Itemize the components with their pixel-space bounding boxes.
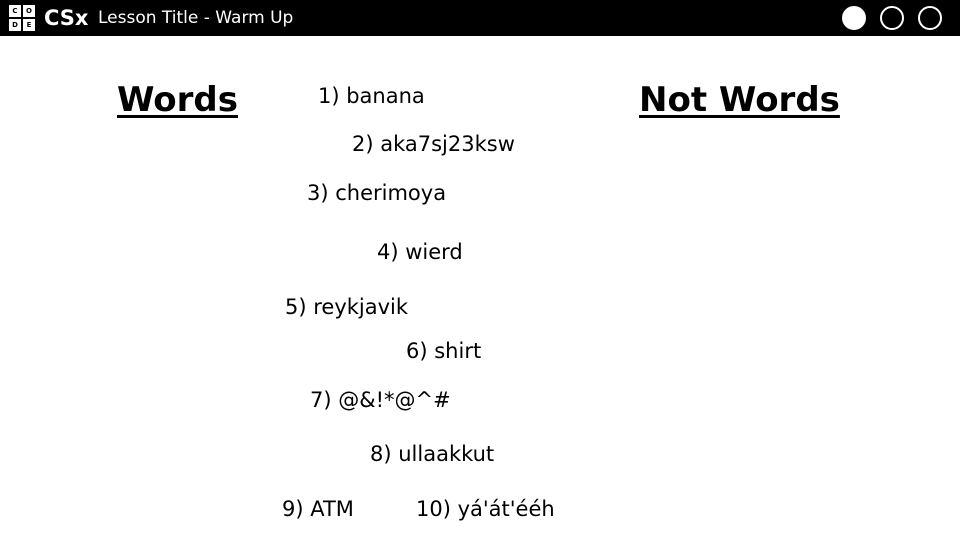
lesson-title: Lesson Title - Warm Up	[98, 8, 294, 28]
word-item-4[interactable]: 4) wierd	[377, 239, 463, 265]
top-bar: C O D E CSx Lesson Title - Warm Up	[0, 0, 960, 36]
word-item-8[interactable]: 8) ullaakkut	[370, 441, 494, 467]
logo-letter: E	[23, 19, 35, 31]
code-logo-icon: C O D E	[9, 5, 35, 31]
logo-letter: O	[23, 5, 35, 17]
word-item-6[interactable]: 6) shirt	[406, 338, 481, 364]
word-item-2[interactable]: 2) aka7sj23ksw	[352, 131, 515, 157]
brand-name: CSx	[44, 6, 89, 30]
logo-letter: C	[9, 5, 21, 17]
progress-dot	[880, 6, 904, 30]
word-item-7[interactable]: 7) @&!*@^#	[310, 387, 451, 413]
not-words-heading: Not Words	[639, 80, 840, 120]
word-item-5[interactable]: 5) reykjavik	[285, 294, 408, 320]
word-item-9[interactable]: 9) ATM	[282, 496, 354, 522]
word-item-10[interactable]: 10) yá'át'ééh	[416, 496, 555, 522]
logo-letter: D	[9, 19, 21, 31]
progress-dot-complete	[842, 6, 866, 30]
word-item-3[interactable]: 3) cherimoya	[307, 180, 446, 206]
word-item-1[interactable]: 1) banana	[318, 83, 425, 109]
progress-dot	[918, 6, 942, 30]
words-heading: Words	[117, 80, 238, 120]
